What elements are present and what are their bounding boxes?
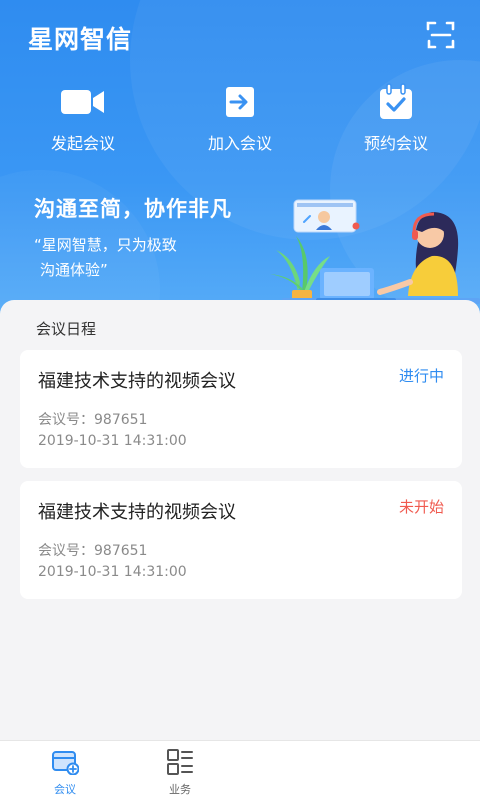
meeting-card[interactable]: 福建技术支持的视频会议 未开始 会议号：987651 2019-10-31 14… [20,481,462,599]
enter-arrow-icon [226,87,254,117]
join-meeting-label: 加入会议 [207,134,272,153]
calendar-check-icon [380,83,412,119]
schedule-meeting-button[interactable]: 预约会议 [326,82,466,154]
join-meeting-button[interactable]: 加入会议 [170,82,310,154]
meeting-meta: 会议号：987651 2019-10-31 14:31:00 [38,410,187,452]
meeting-datetime: 2019-10-31 14:31:00 [38,564,187,580]
bottom-tab-bar: 会议 业务 [0,740,480,800]
meeting-meta: 会议号：987651 2019-10-31 14:31:00 [38,541,187,583]
tagline-line2: 沟通体验” [40,261,108,279]
grid-list-icon [167,749,193,775]
header-banner: 星网智信 发起会议 加入会议 预约会议 沟通至简，协作非凡 “星网智慧，只为极致… [0,0,480,330]
start-meeting-button[interactable]: 发起会议 [13,82,153,154]
meeting-id: 会议号：987651 [38,412,148,428]
video-conference-illustration [270,199,480,304]
meeting-id: 会议号：987651 [38,543,148,559]
schedule-title: 会议日程 [36,320,97,338]
video-window-illustration [293,199,360,233]
schedule-panel: 会议日程 福建技术支持的视频会议 进行中 会议号：987651 2019-10-… [0,300,480,740]
meeting-add-icon [52,751,79,775]
meeting-status-badge: 未开始 [398,498,444,516]
tab-meeting[interactable]: 会议 [35,747,95,797]
scan-button[interactable] [426,20,456,50]
app-title: 星网智信 [28,25,133,54]
scan-icon [426,21,455,49]
tab-business-label: 业务 [169,783,191,796]
video-camera-icon [61,90,104,114]
banner-slogan: 沟通至简，协作非凡 [34,197,232,221]
laptop-illustration [316,268,396,302]
quick-actions: 发起会议 加入会议 预约会议 [0,82,480,154]
meeting-card[interactable]: 福建技术支持的视频会议 进行中 会议号：987651 2019-10-31 14… [20,350,462,468]
meeting-title: 福建技术支持的视频会议 [38,371,236,392]
meeting-datetime: 2019-10-31 14:31:00 [38,433,187,449]
start-meeting-label: 发起会议 [50,134,115,153]
person-illustration [377,212,459,296]
schedule-meeting-label: 预约会议 [363,134,428,153]
banner-tagline: “星网智慧，只为极致 沟通体验” [34,233,177,283]
tab-meeting-label: 会议 [54,783,76,796]
meeting-status-badge: 进行中 [398,367,444,385]
tab-business[interactable]: 业务 [150,747,210,797]
tagline-line1: “星网智慧，只为极致 [34,236,177,254]
meeting-title: 福建技术支持的视频会议 [38,502,236,523]
